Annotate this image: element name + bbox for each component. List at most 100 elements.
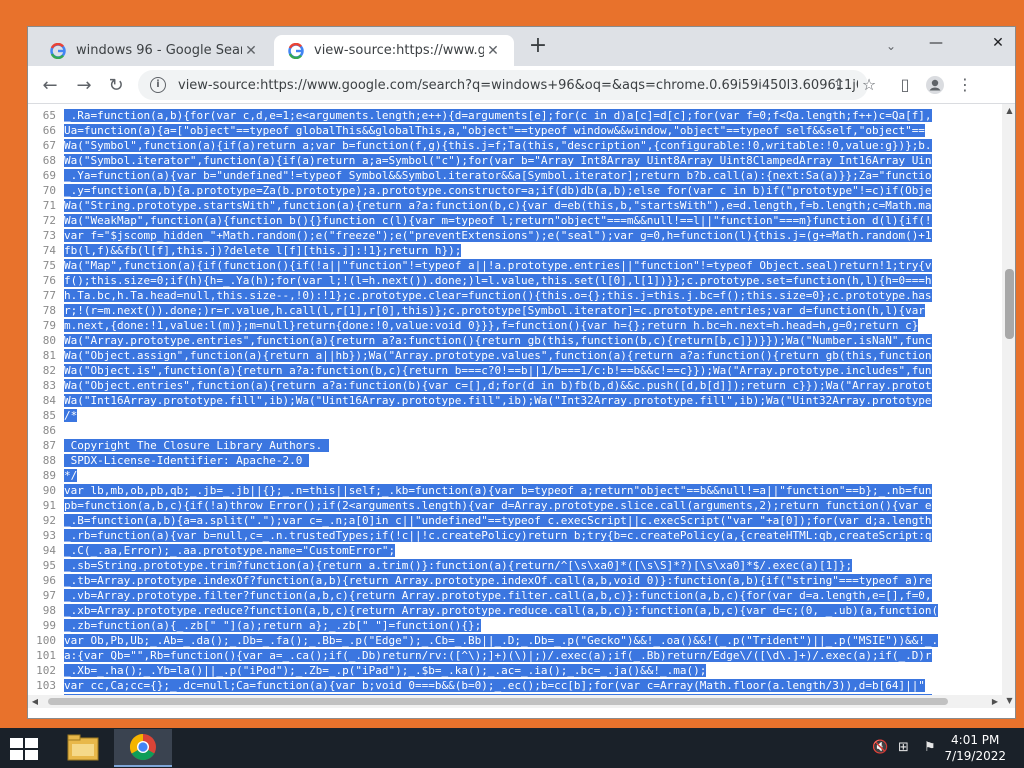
line-code: Wa("Symbol.iterator",function(a){if(a)re… [64,153,998,168]
horizontal-scrollbar[interactable]: ◀ ▶ [28,695,1002,708]
line-code: pb=function(a,b,c){if(!a)throw Error();i… [64,498,998,513]
line-code: h.Ta.bc,h.Ta.head=null,this.size--,!0):!… [64,288,998,303]
selected-text: Wa("Symbol",function(a){if(a)return a;va… [64,139,932,152]
line-number: 70 [42,184,56,197]
selected-text: Wa("Object.is",function(a){return a?a:fu… [64,364,932,377]
selected-text: _.y=function(a,b){a.prototype=Za(b.proto… [64,184,932,197]
line-code: Ua=function(a){a=["object"==typeof globa… [64,123,998,138]
tab-google-search[interactable]: windows 96 - Google Search ✕ [36,35,272,66]
tab-view-source[interactable]: view-source:https://www.google ✕ [274,35,514,66]
line-code: Wa("Array.prototype.entries",function(a)… [64,333,998,348]
line-number: 97 [42,589,56,602]
back-arrow-icon[interactable]: ← [38,74,62,98]
google-icon [50,42,66,59]
selected-text: _.zb=function(a){_.zb[" "](a);return a};… [64,619,482,632]
selected-text: Wa("WeakMap",function(a){function b(){}f… [64,214,932,227]
line-code: r;!(r=m.next()).done;)r=r.value,h.call(l… [64,303,998,318]
forward-arrow-icon[interactable]: → [72,74,96,98]
line-code: var lb,mb,ob,pb,qb;_.jb=_.jb||{};_.n=thi… [64,483,998,498]
line-code: Wa("WeakMap",function(a){function b(){}f… [64,213,998,228]
line-number: 79 [42,319,56,332]
selected-text: var cc,Ca;cc={};_.dc=null;Ca=function(a)… [64,679,925,692]
line-number: 71 [42,199,56,212]
new-tab-button[interactable]: + [526,35,550,59]
selected-text: r;!(r=m.next()).done;)r=r.value,h.call(l… [64,304,925,317]
line-number: 81 [42,349,56,362]
line-number: 84 [42,394,56,407]
selected-text: _.Xb=_.ha();_.Yb=la()||_.p("iPod");_.Zb=… [64,664,707,677]
selected-text: var lb,mb,ob,pb,qb;_.jb=_.jb||{};_.n=thi… [64,484,932,497]
selected-text: _.vb=Array.prototype.filter?function(a,b… [64,589,932,602]
profile-avatar-icon[interactable] [924,75,946,97]
line-number: 94 [42,544,56,557]
selected-text: Wa("String.prototype.startsWith",functio… [64,199,932,212]
line-number: 99 [42,619,56,632]
line-code: _.Ya=function(a){var b="undefined"!=type… [64,168,998,183]
network-icon[interactable]: ⊞ [898,740,909,755]
line-number: 73 [42,229,56,242]
line-code: Wa("Symbol",function(a){if(a)return a;va… [64,138,998,153]
selected-text: var Ob,Pb,Ub;_.Ab=_.da();_.Db=_.fa();_.B… [64,634,939,647]
line-number: 75 [42,259,56,272]
scroll-left-icon[interactable]: ◀ [28,695,42,708]
line-code: _.tb=Array.prototype.indexOf?function(a,… [64,573,998,588]
selected-text: Copyright The Closure Library Authors. [64,439,329,452]
line-number: 77 [42,289,56,302]
file-explorer-taskbar-button[interactable] [54,729,112,767]
volume-muted-icon[interactable]: 🔇 [872,740,888,755]
line-code: _.C(_.aa,Error);_.aa.prototype.name="Cus… [64,543,998,558]
share-icon[interactable]: ⇪ [828,75,850,97]
line-number: 103 [36,679,56,692]
line-number: 100 [36,634,56,647]
line-number: 98 [42,604,56,617]
source-viewer[interactable]: 65 _.Ra=function(a,b){for(var c,d,e=1;e<a… [28,104,1015,708]
line-number: 88 [42,454,56,467]
folder-icon [67,734,99,761]
scroll-right-icon[interactable]: ▶ [988,695,1002,708]
chrome-icon [129,733,156,761]
reload-icon[interactable]: ↻ [104,74,128,98]
selected-text: Ua=function(a){a=["object"==typeof globa… [64,124,925,137]
line-number: 82 [42,364,56,377]
bookmark-star-icon[interactable]: ☆ [858,75,880,97]
vertical-scroll-thumb[interactable] [1005,269,1014,339]
menu-kebab-icon[interactable]: ⋮ [954,75,976,97]
scroll-up-icon[interactable]: ▲ [1002,104,1015,118]
line-number: 96 [42,574,56,587]
line-number: 86 [42,424,56,437]
windows-start-icon[interactable] [10,738,38,760]
close-tab-icon[interactable]: ✕ [242,43,260,59]
close-window-icon[interactable]: ✕ [986,35,1010,55]
line-number: 93 [42,529,56,542]
selected-text: Wa("Object.assign",function(a){return a|… [64,349,932,362]
line-code: _.xb=Array.prototype.reduce?function(a,b… [64,603,998,618]
line-number: 87 [42,439,56,452]
address-url[interactable]: view-source:https://www.google.com/searc… [178,78,858,93]
line-number: 68 [42,154,56,167]
browser-toolbar: ← → ↻ i view-source:https://www.google.c… [28,66,1015,104]
side-panel-icon[interactable]: ▯ [894,75,916,97]
horizontal-scroll-thumb[interactable] [48,698,948,705]
address-bar[interactable]: i view-source:https://www.google.com/sea… [138,70,868,100]
line-code: Copyright The Closure Library Authors. [64,438,998,453]
tab-search-chevron-icon[interactable]: ⌄ [886,39,896,53]
selected-text: Wa("Array.prototype.entries",function(a)… [64,334,932,347]
vertical-scrollbar[interactable]: ▲ ▼ [1002,104,1015,708]
line-number: 69 [42,169,56,182]
selected-text: Wa("Object.entries",function(a){return a… [64,379,932,392]
selected-text: _.C(_.aa,Error);_.aa.prototype.name="Cus… [64,544,396,557]
line-number: 85 [42,409,56,422]
scroll-down-icon[interactable]: ▼ [1002,694,1015,708]
action-center-icon[interactable]: ⚑ [924,740,936,755]
line-code: _.sb=String.prototype.trim?function(a){r… [64,558,998,573]
chrome-taskbar-button[interactable] [114,729,172,767]
line-code: fb(l,f)&&fb(l[f],this.j)?delete l[f][thi… [64,243,998,258]
system-clock[interactable]: 4:01 PM 7/19/2022 [944,732,1006,764]
site-info-icon[interactable]: i [150,77,166,93]
line-code: _.Ra=function(a,b){for(var c,d,e=1;e<arg… [64,108,998,123]
close-tab-icon[interactable]: ✕ [484,43,502,59]
line-number: 66 [42,124,56,137]
minimize-icon[interactable]: — [924,35,948,55]
line-code: _.Xb=_.ha();_.Yb=la()||_.p("iPod");_.Zb=… [64,663,998,678]
line-code: var cc,Ca;cc={};_.dc=null;Ca=function(a)… [64,678,998,693]
